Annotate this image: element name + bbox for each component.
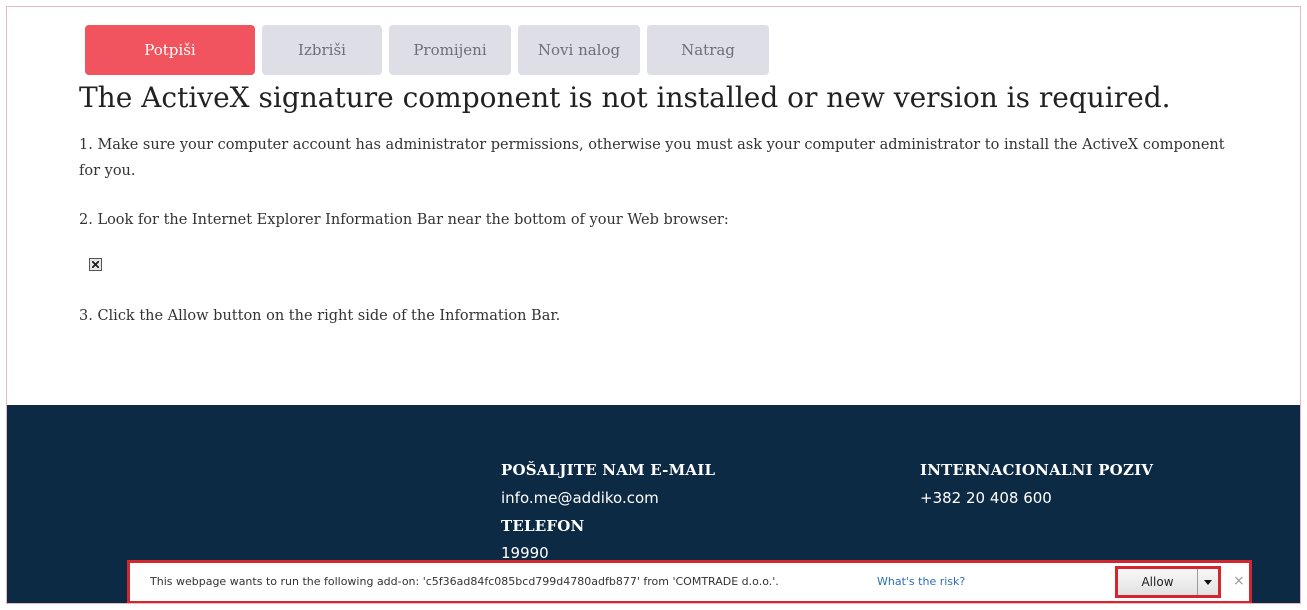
footer-intl-value: +382 20 408 600 (920, 489, 1052, 507)
allow-button[interactable]: Allow (1118, 569, 1198, 595)
instruction-step-3: 3. Click the Allow button on the right s… (79, 308, 561, 324)
page-title: The ActiveX signature component is not i… (79, 81, 1171, 114)
footer-phone-heading: TELEFON (501, 517, 585, 535)
action-toolbar: Potpiši Izbriši Promijeni Novi nalog Nat… (85, 25, 769, 75)
instruction-step-2: 2. Look for the Internet Explorer Inform… (79, 212, 729, 228)
sign-button[interactable]: Potpiši (85, 25, 255, 75)
page-frame: Potpiši Izbriši Promijeni Novi nalog Nat… (6, 6, 1301, 604)
change-button[interactable]: Promijeni (389, 25, 511, 75)
allow-split-button: Allow (1115, 566, 1221, 598)
whats-the-risk-link[interactable]: What's the risk? (877, 575, 965, 588)
ie-information-bar: This webpage wants to run the following … (127, 560, 1252, 603)
broken-image-icon (89, 258, 102, 271)
close-icon[interactable]: × (1233, 573, 1245, 589)
instruction-step-1: 1. Make sure your computer account has a… (79, 137, 1225, 179)
footer-intl-heading: INTERNACIONALNI POZIV (920, 461, 1154, 479)
new-order-button[interactable]: Novi nalog (518, 25, 640, 75)
delete-button[interactable]: Izbriši (262, 25, 382, 75)
footer-email-heading: POŠALJITE NAM E-MAIL (501, 461, 716, 479)
back-button[interactable]: Natrag (647, 25, 769, 75)
chevron-down-icon[interactable] (1198, 569, 1218, 595)
footer-email-link[interactable]: info.me@addiko.com (501, 489, 659, 507)
infobar-message: This webpage wants to run the following … (150, 575, 779, 588)
